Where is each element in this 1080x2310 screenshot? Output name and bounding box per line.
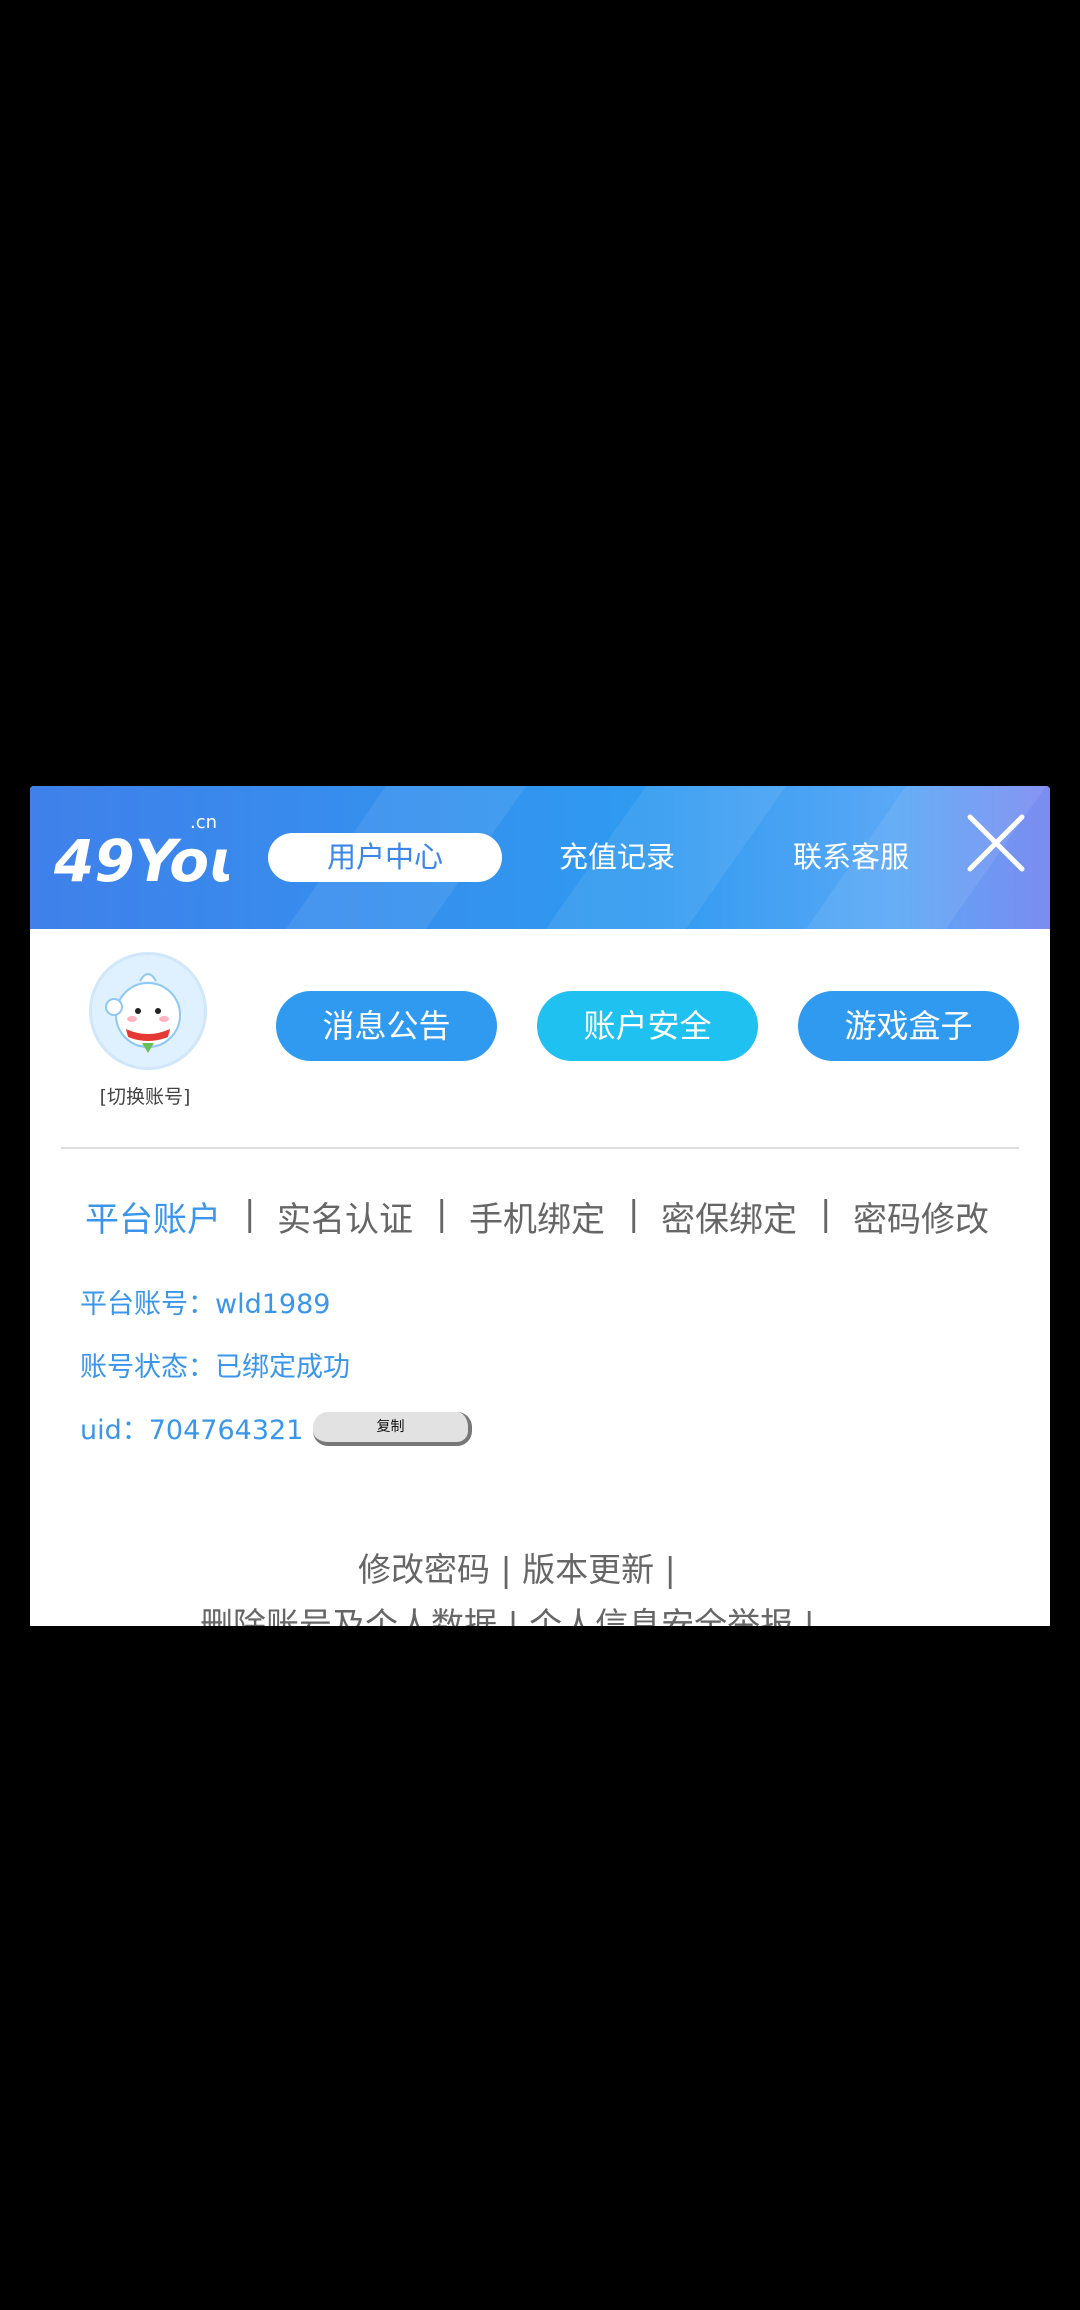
subtab-separator: |: [628, 1194, 640, 1234]
close-icon[interactable]: [964, 811, 1028, 875]
subtab-phone-binding[interactable]: 手机绑定: [469, 1192, 605, 1241]
header-bar: 49You .cn 用户中心 充值记录 联系客服: [30, 786, 1050, 929]
pill-game-box[interactable]: 游戏盒子: [798, 991, 1019, 1061]
tab-recharge-records[interactable]: 充值记录: [500, 833, 734, 882]
divider: [61, 1147, 1019, 1149]
uid-text: uid：704764321: [80, 1415, 304, 1446]
user-center-dialog: 49You .cn 用户中心 充值记录 联系客服 [切换账号] 消息公告 账户安…: [30, 786, 1050, 1626]
account-status-text: 账号状态：已绑定成功: [80, 1352, 350, 1383]
avatar[interactable]: [89, 952, 207, 1070]
subtab-separator: |: [436, 1194, 448, 1234]
subtab-separator: |: [820, 1194, 832, 1234]
subtab-bar: 平台账户 | 实名认证 | 手机绑定 | 密保绑定 | 密码修改: [30, 1192, 1050, 1242]
footer-links-row2[interactable]: 删除账号及个人数据 | 个人信息安全举报 |: [200, 1598, 815, 1626]
mascot-icon: [92, 955, 204, 1067]
pill-account-security[interactable]: 账户安全: [537, 991, 758, 1061]
tab-user-center[interactable]: 用户中心: [268, 833, 502, 882]
subtab-real-name[interactable]: 实名认证: [277, 1192, 413, 1241]
footer-links-row1[interactable]: 修改密码 | 版本更新 |: [358, 1543, 676, 1591]
subtab-separator: |: [244, 1194, 256, 1234]
subtab-security-question[interactable]: 密保绑定: [661, 1192, 797, 1241]
subtab-platform-account[interactable]: 平台账户: [85, 1192, 221, 1241]
subtab-change-password[interactable]: 密码修改: [853, 1192, 989, 1241]
platform-account-text: 平台账号：wld1989: [80, 1289, 331, 1320]
logo-suffix: .cn: [190, 812, 218, 833]
logo-text: 49You: [54, 827, 229, 893]
copy-button[interactable]: 复制: [313, 1412, 472, 1446]
pill-announcements[interactable]: 消息公告: [276, 991, 497, 1061]
tab-customer-service[interactable]: 联系客服: [734, 833, 968, 882]
switch-account-link[interactable]: [切换账号]: [75, 1082, 215, 1109]
